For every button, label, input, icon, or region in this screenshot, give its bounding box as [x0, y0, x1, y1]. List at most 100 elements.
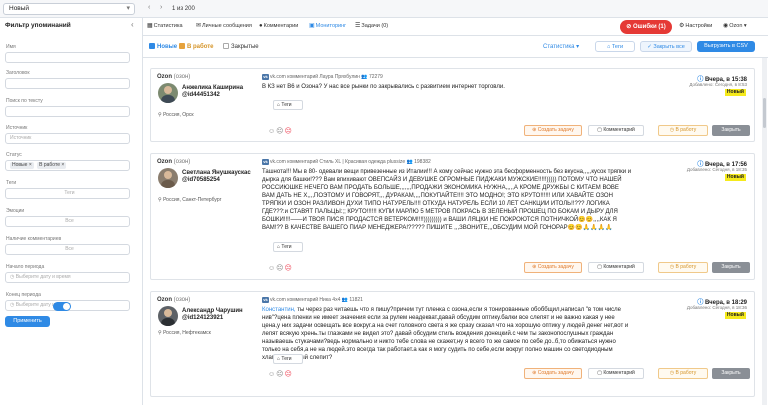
comment-button[interactable]: ▢ Комментарий	[588, 125, 644, 136]
comment-button[interactable]: ▢ Комментарий	[588, 262, 644, 273]
create-task-button[interactable]: ⊕ Создать задачу	[524, 125, 582, 136]
stats-dropdown[interactable]: Статистика ▾	[543, 43, 579, 51]
status-badge: Новый	[724, 312, 746, 319]
prev-page-icon[interactable]: ‹	[148, 3, 150, 13]
emotion-icons[interactable]: ☺☹☹	[268, 264, 293, 272]
scrollbar-thumb[interactable]	[763, 98, 766, 128]
create-task-button[interactable]: ⊕ Создать задачу	[524, 262, 582, 273]
action-label: Создать задачу	[537, 127, 574, 133]
nav-label: Задачи (0)	[361, 23, 389, 29]
neutral-icon[interactable]: ☺	[268, 265, 276, 272]
location-text: Россия, Орск	[163, 112, 194, 118]
author-name[interactable]: Александр Чарушин	[182, 308, 257, 315]
nav-tasks[interactable]: ☰Задачи (0)	[355, 22, 388, 31]
status-label: Статус	[6, 152, 22, 158]
old-first-toggle[interactable]	[53, 302, 71, 311]
export-csv-button[interactable]: Выгрузить в CSV	[697, 41, 755, 52]
close-all-button[interactable]: ✓ Закрыть все	[640, 41, 692, 52]
errors-label: Ошибки (1)	[632, 24, 666, 30]
meta-text: vk.com комментарий Стиль XL | Красивая о…	[270, 159, 406, 165]
source-input[interactable]: Источник	[5, 133, 130, 144]
mentions-toolbar: Новые В работе Закрытые Статистика ▾ ⌂ Т…	[143, 36, 768, 58]
avatar[interactable]	[158, 83, 178, 103]
author-id[interactable]: @id44451342	[182, 92, 220, 98]
filter-closed-checkbox[interactable]: Закрытые	[223, 43, 259, 51]
tags-label: Теги	[281, 356, 292, 362]
emotions-select[interactable]: Все	[5, 216, 130, 227]
card-tags-button[interactable]: ⌂ Теги	[273, 354, 303, 364]
neutral-icon[interactable]: ☺	[268, 371, 276, 378]
alert-icon: ⊘	[626, 24, 633, 30]
errors-button[interactable]: ⊘ Ошибки (1)	[620, 20, 672, 34]
author-name[interactable]: Светлана Янушкаускас	[182, 170, 257, 177]
title-input[interactable]	[5, 78, 130, 89]
filter-new-checkbox[interactable]: Новые	[149, 43, 177, 51]
nav-settings[interactable]: ⚙Настройки	[679, 22, 712, 31]
to-work-button[interactable]: ◷ В работу	[658, 125, 708, 136]
period-start-placeholder: Выберите дату и время	[15, 274, 71, 280]
user-icon: ◉	[723, 23, 729, 29]
period-start-input[interactable]: ◷ Выберите дату и время	[5, 272, 130, 283]
nav-comments[interactable]: ●Комментарии	[259, 22, 298, 31]
author-location: ⚲ Россия, Нефтекамск	[158, 330, 211, 336]
action-label: Комментарий	[603, 264, 635, 270]
people-icon: 👥	[406, 159, 413, 165]
name-input[interactable]	[5, 52, 130, 63]
tags-button[interactable]: ⌂ Теги	[595, 41, 635, 52]
close-button[interactable]: Закрыть	[712, 368, 750, 379]
tags-select[interactable]: Теги	[5, 188, 130, 199]
source-sub: (озон)	[173, 74, 191, 80]
angry-icon[interactable]: ☹	[284, 265, 292, 272]
mention-card: Ozon (озон) Александр Чарушин @id1241239…	[150, 291, 755, 397]
status-chip-new[interactable]: Новые ×	[10, 162, 34, 169]
to-work-button[interactable]: ◷ В работу	[658, 262, 708, 273]
added-date: Добавлено: Сегодня, в 18:36	[686, 305, 747, 310]
checkbox-label: Новые	[157, 44, 178, 50]
status-select[interactable]: Новые × В работе ×	[5, 160, 130, 171]
author-id[interactable]: @id124123921	[182, 315, 223, 321]
mention-text: В КЗ нет В6 и Озона? У нас все рынки по …	[262, 84, 505, 90]
user-menu[interactable]: ◉Ozon ▾	[723, 22, 747, 31]
create-task-button[interactable]: ⊕ Создать задачу	[524, 368, 582, 379]
avatar-body	[161, 318, 175, 326]
nav-monitoring[interactable]: ▣Мониторинг	[309, 22, 346, 31]
emotion-icons[interactable]: ☺☹☹	[268, 127, 293, 135]
avatar[interactable]	[158, 306, 178, 326]
nav-messages[interactable]: ✉Личные сообщения	[196, 22, 252, 31]
emotion-icons[interactable]: ☺☹☹	[268, 370, 293, 378]
angry-icon[interactable]: ☹	[284, 371, 292, 378]
message-icon: ✉	[196, 23, 202, 29]
people-icon: 👥	[361, 74, 368, 80]
text-search-input[interactable]	[5, 106, 130, 117]
comment-icon: ●	[259, 23, 263, 29]
nav-label: Мониторинг	[315, 23, 347, 29]
scrollbar[interactable]	[762, 58, 767, 405]
author-id[interactable]: @id70585254	[182, 177, 220, 183]
card-tags-button[interactable]: ⌂ Теги	[273, 100, 303, 110]
author-name[interactable]: Анжелика Каширина	[182, 85, 257, 92]
nav-statistics[interactable]: ▦Статистика	[147, 22, 183, 31]
close-button[interactable]: Закрыть	[712, 125, 750, 136]
action-label: В работу	[675, 264, 697, 270]
name-label: Имя	[6, 44, 16, 50]
top-bar: Новый ▾ ‹ › 1 из 200	[0, 0, 768, 18]
apply-button[interactable]: Применить	[5, 316, 50, 327]
avatar[interactable]	[158, 168, 178, 188]
reply-mention-link[interactable]: Константин,	[262, 307, 296, 313]
next-page-icon[interactable]: ›	[160, 3, 162, 13]
collapse-icon[interactable]: ‹	[131, 20, 134, 30]
source-placeholder: Источник	[10, 135, 32, 141]
close-button[interactable]: Закрыть	[712, 262, 750, 273]
project-select[interactable]: Новый ▾	[3, 3, 135, 15]
filter-work-checkbox[interactable]: В работе	[179, 43, 214, 51]
gear-icon: ⚙	[679, 23, 685, 29]
card-tags-button[interactable]: ⌂ Теги	[273, 242, 303, 252]
status-chip-work[interactable]: В работе ×	[37, 162, 67, 169]
to-work-button[interactable]: ◷ В работу	[658, 368, 708, 379]
comments-select[interactable]: Все	[5, 244, 130, 255]
angry-icon[interactable]: ☹	[284, 128, 292, 135]
location-text: Россия, Нефтекамск	[163, 330, 211, 336]
comment-button[interactable]: ▢ Комментарий	[588, 368, 644, 379]
vk-icon: vk	[262, 74, 269, 80]
neutral-icon[interactable]: ☺	[268, 128, 276, 135]
